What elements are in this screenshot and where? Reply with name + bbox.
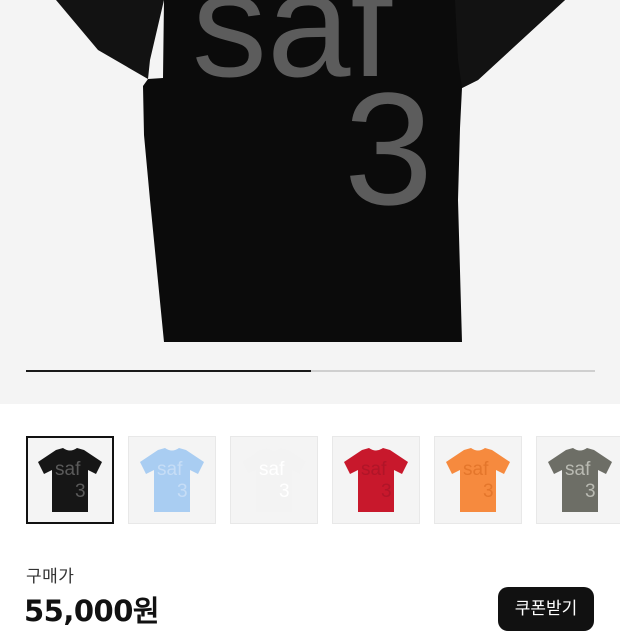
thumbnail-print-text: saf: [463, 459, 489, 480]
color-thumbnail[interactable]: saf 3: [536, 436, 620, 524]
color-thumbnail[interactable]: saf 3: [332, 436, 420, 524]
image-scroll-indicator: [26, 370, 595, 372]
thumbnail-print-text: saf: [55, 459, 81, 480]
coupon-button[interactable]: 쿠폰받기: [498, 587, 594, 631]
color-thumbnail[interactable]: saf 3: [26, 436, 114, 524]
color-thumbnail[interactable]: saf 3: [230, 436, 318, 524]
tshirt-thumbnail-image: saf3: [446, 448, 510, 512]
thumbnail-print-text: 3: [483, 481, 494, 502]
thumbnail-print-text: saf: [157, 459, 183, 480]
thumbnail-print-text: 3: [75, 481, 86, 502]
product-main-image: saf 3: [56, 0, 565, 342]
thumbnail-print-text: saf: [259, 459, 285, 480]
thumbnail-print-text: 3: [585, 481, 596, 502]
price-label: 구매가: [26, 567, 75, 587]
color-thumbnail-strip[interactable]: saf 3 saf 3 saf 3 saf 3 saf 3 saf 3: [0, 404, 620, 544]
thumbnail-print-text: 3: [381, 481, 392, 502]
scroll-indicator-thumb: [26, 370, 311, 372]
price-value: 55,000원: [24, 594, 160, 628]
thumbnail-print-text: 3: [177, 481, 188, 502]
color-thumbnail[interactable]: saf 3: [128, 436, 216, 524]
tshirt-print-text-3: 3: [344, 59, 433, 238]
thumbnail-print-text: saf: [565, 459, 591, 480]
tshirt-thumbnail-image: saf3: [140, 448, 204, 512]
product-image-viewer[interactable]: saf 3: [0, 0, 620, 404]
thumbnail-print-text: saf: [361, 459, 387, 480]
color-thumbnail[interactable]: saf 3: [434, 436, 522, 524]
tshirt-thumbnail-image: saf3: [344, 448, 408, 512]
tshirt-thumbnail-image: saf3: [242, 448, 306, 512]
tshirt-thumbnail-image: saf3: [548, 448, 612, 512]
tshirt-thumbnail-image: saf3: [38, 448, 102, 512]
thumbnail-print-text: 3: [279, 481, 290, 502]
